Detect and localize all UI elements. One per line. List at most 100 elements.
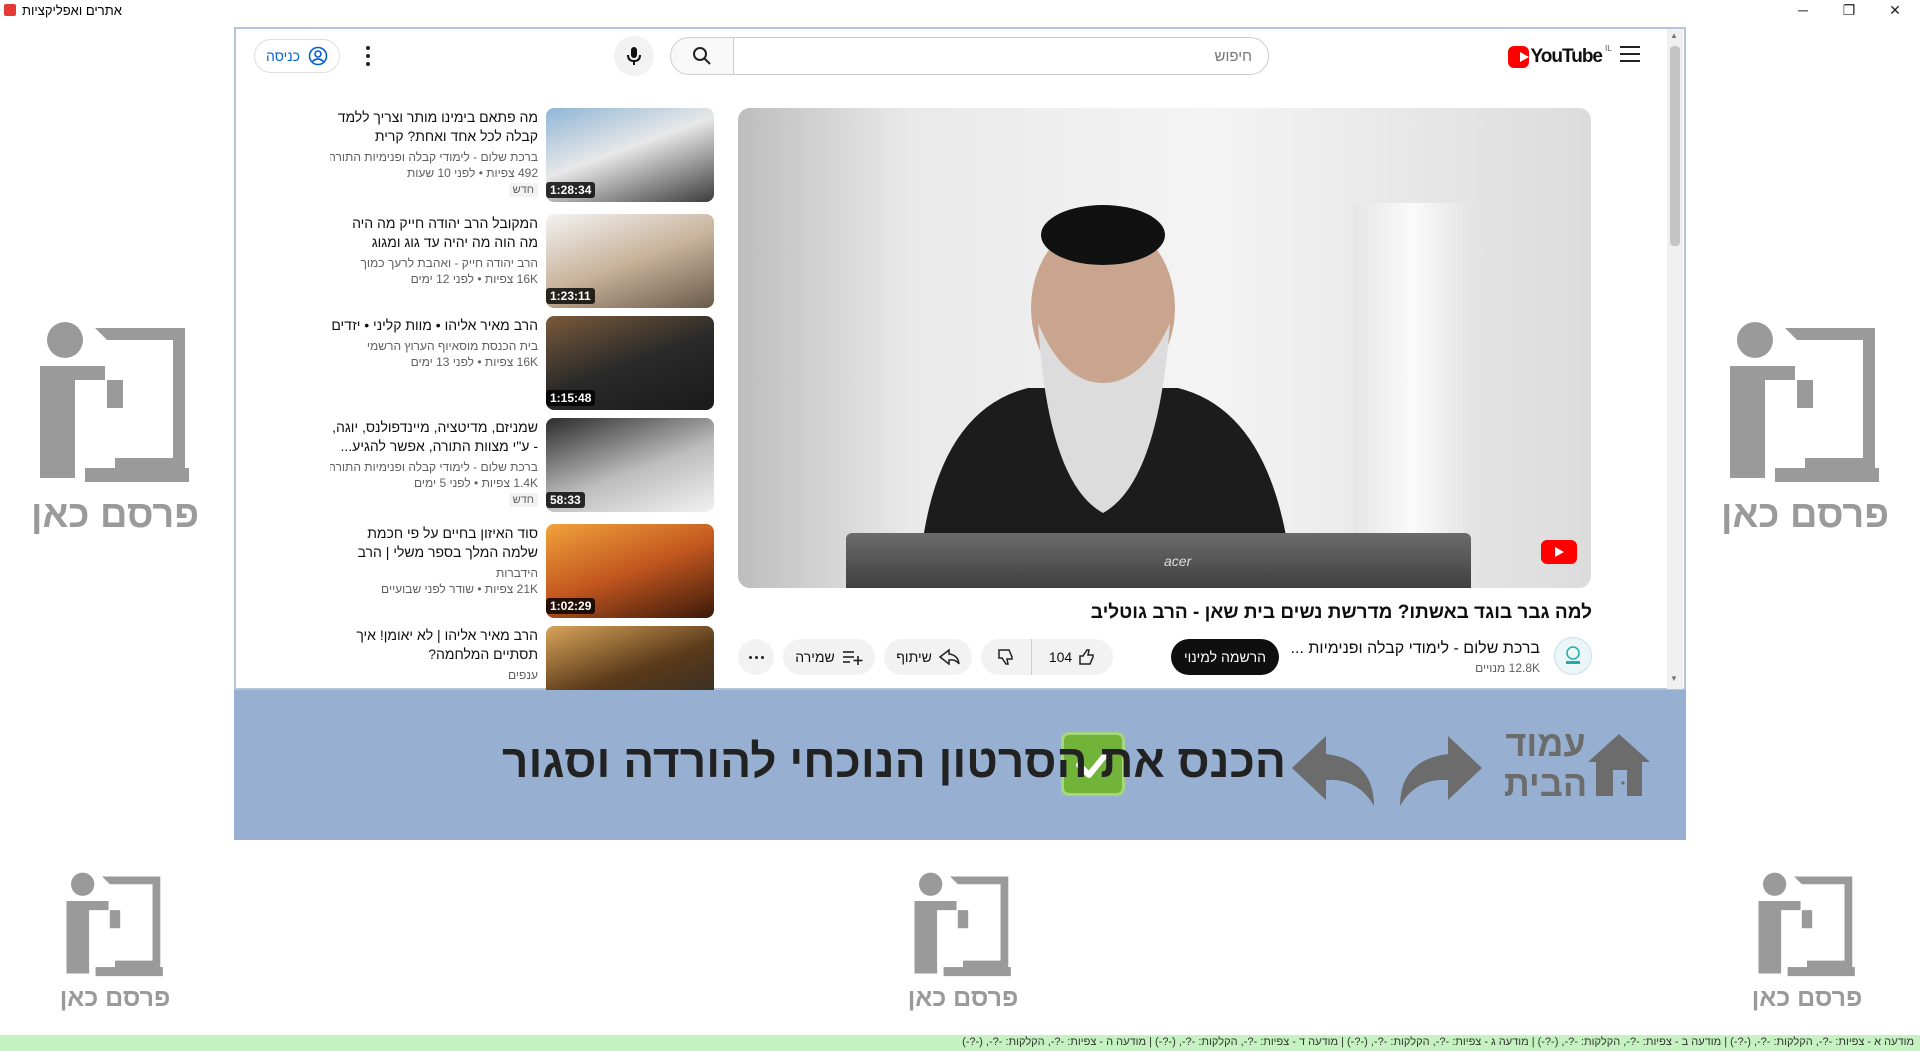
recommendation-channel[interactable]: הרב יהודה חייק - ואהבת לרעך כמוך bbox=[330, 256, 538, 270]
recommendation-views: 16K צפיות bbox=[484, 272, 538, 286]
video-frame-speaker bbox=[918, 205, 1293, 588]
video-duration: 1:28:34 bbox=[546, 182, 596, 198]
ad-label: פרסם כאן bbox=[30, 494, 200, 536]
thumbs-up-icon bbox=[1079, 649, 1094, 665]
recommendation-thumbnail[interactable]: 1:02:29 bbox=[546, 524, 714, 618]
signin-button[interactable]: כניסה bbox=[254, 39, 340, 73]
recommendation-channel[interactable]: בית הכנסת מוסאיוף הערוץ הרשמי bbox=[330, 339, 538, 353]
close-button[interactable]: ✕ bbox=[1872, 0, 1918, 20]
microphone-icon bbox=[627, 47, 641, 65]
page-scrollbar[interactable]: ▲ ▼ bbox=[1667, 29, 1683, 689]
channel-avatar[interactable] bbox=[1554, 637, 1592, 675]
recommendation-title[interactable]: שמניזם, מדיטציה, מיינדפולנס, יוגה, - ע"י… bbox=[330, 418, 538, 456]
ad-slot-left[interactable]: פרסם כאן bbox=[30, 318, 200, 537]
recommendation-item[interactable]: הרב מאיר אליהו | לא יאומן! איך תסתיים המ… bbox=[330, 626, 714, 690]
home-icon[interactable] bbox=[1584, 730, 1654, 800]
recommendation-views: 16K צפיות bbox=[484, 355, 538, 369]
recommendation-thumbnail[interactable]: 58:33 bbox=[546, 418, 714, 512]
video-player[interactable]: acer bbox=[738, 108, 1591, 588]
recommendation-age: שודר לפני שבועיים bbox=[381, 582, 475, 596]
new-badge: חדש bbox=[508, 183, 538, 197]
ad-placeholder-icon bbox=[914, 872, 1011, 977]
recommendation-title[interactable]: הרב מאיר אליהו | לא יאומן! איך תסתיים המ… bbox=[330, 626, 538, 664]
recommendation-title[interactable]: סוד האיזון בחיים על פי חכמת שלמה המלך בס… bbox=[330, 524, 538, 562]
dislike-button[interactable] bbox=[981, 639, 1032, 675]
recommendation-thumbnail[interactable]: 1:28:34 bbox=[546, 108, 714, 202]
youtube-logo-text: YouTube bbox=[1530, 46, 1603, 67]
subscribe-button[interactable]: הרשמה למינוי bbox=[1171, 639, 1279, 675]
recommendation-channel[interactable]: ענפים bbox=[330, 668, 538, 682]
playlist-add-icon bbox=[842, 651, 863, 665]
minimize-button[interactable]: ─ bbox=[1780, 0, 1826, 20]
share-button[interactable]: שיתוף bbox=[884, 639, 972, 675]
scroll-down-arrow-icon[interactable]: ▼ bbox=[1670, 674, 1678, 683]
maximize-button[interactable]: ❐ bbox=[1826, 0, 1872, 20]
home-label[interactable]: עמוד הבית bbox=[1498, 724, 1593, 804]
search-button[interactable] bbox=[670, 37, 734, 75]
recommendation-channel[interactable]: ברכת שלום - לימודי קבלה ופנימיות התורה..… bbox=[330, 150, 538, 164]
channel-name[interactable]: ברכת שלום - לימודי קבלה ופנימיות ... bbox=[1240, 640, 1540, 658]
youtube-play-icon bbox=[1508, 46, 1529, 68]
app-control-bar: עמוד הבית הכנס את הסרטון הנוכחי להורדה ו… bbox=[234, 690, 1686, 840]
subscriber-count: 12.8K מנויים bbox=[1475, 661, 1540, 675]
recommendation-thumbnail[interactable]: 1:23:11 bbox=[546, 214, 714, 308]
download-instruction[interactable]: הכנס את הסרטון הנוכחי להורדה וסגור bbox=[502, 734, 1286, 788]
player-background-pillar bbox=[1353, 203, 1473, 563]
recommendation-thumbnail[interactable] bbox=[546, 626, 714, 690]
country-code: IL bbox=[1605, 44, 1612, 53]
video-title: למה גבר בוגד באשתו? מדרשת נשים בית שאן -… bbox=[1090, 602, 1592, 623]
share-arrow-icon bbox=[938, 648, 960, 666]
recommendation-thumbnail[interactable]: 1:15:48 bbox=[546, 316, 714, 410]
window-title: אתרים ואפליקציות bbox=[22, 3, 122, 18]
like-button[interactable]: 104 bbox=[1032, 639, 1113, 675]
recommendation-age: לפני 13 ימים bbox=[410, 355, 475, 369]
recommendation-channel[interactable]: הידברות bbox=[330, 566, 538, 580]
status-bar: מודעה א - צפיות: -?-, הקלקות: -?-, (-?-)… bbox=[0, 1035, 1920, 1051]
search-input[interactable] bbox=[734, 38, 1268, 74]
recommendation-title[interactable]: המקובל הרב יהודה חייק מה היה מה הוה מה י… bbox=[330, 214, 538, 252]
window-titlebar: אתרים ואפליקציות ─ ❐ ✕ bbox=[0, 0, 1920, 20]
share-label: שיתוף bbox=[896, 649, 932, 665]
forward-arrow-icon[interactable] bbox=[1386, 730, 1486, 810]
recommendation-age: לפני 12 ימים bbox=[410, 272, 475, 286]
recommendation-info: שמניזם, מדיטציה, מיינדפולנס, יוגה, - ע"י… bbox=[330, 418, 538, 508]
save-button[interactable]: שמירה bbox=[783, 639, 875, 675]
recommendation-item[interactable]: שמניזם, מדיטציה, מיינדפולנס, יוגה, - ע"י… bbox=[330, 418, 714, 514]
recommendation-item[interactable]: מה פתאם בימינו מותר וצריך ללמד קבלה לכל … bbox=[330, 108, 714, 204]
ad-slot-bottom-center[interactable]: פרסם כאן bbox=[903, 870, 1023, 1013]
voice-search-button[interactable] bbox=[614, 36, 654, 76]
scroll-up-arrow-icon[interactable]: ▲ bbox=[1670, 31, 1678, 40]
ad-slot-right[interactable]: פרסם כאן bbox=[1720, 318, 1890, 537]
ad-slot-bottom-right[interactable]: פרסם כאן bbox=[1747, 870, 1867, 1013]
recommendation-item[interactable]: הרב מאיר אליהו • מוות קליני • יזדים בית … bbox=[330, 316, 714, 412]
youtube-watermark-icon[interactable] bbox=[1541, 540, 1577, 564]
recommendation-info: המקובל הרב יהודה חייק מה היה מה הוה מה י… bbox=[330, 214, 538, 286]
recommendation-title[interactable]: מה פתאם בימינו מותר וצריך ללמד קבלה לכל … bbox=[330, 108, 538, 146]
ad-slot-bottom-left[interactable]: פרסם כאן bbox=[55, 870, 175, 1013]
recommendation-meta: 492 צפיות • לפני 10 שעות bbox=[406, 166, 538, 180]
signin-label: כניסה bbox=[265, 48, 301, 64]
recommendation-info: סוד האיזון בחיים על פי חכמת שלמה המלך בס… bbox=[330, 524, 538, 596]
ad-placeholder-icon bbox=[40, 322, 189, 482]
back-arrow-icon[interactable] bbox=[1288, 730, 1388, 810]
ad-placeholder-icon bbox=[1730, 322, 1879, 482]
recommendation-title[interactable]: הרב מאיר אליהו • מוות קליני • יזדים bbox=[330, 316, 538, 335]
scrollbar-thumb[interactable] bbox=[1670, 46, 1680, 246]
recommendation-views: 492 צפיות bbox=[486, 166, 538, 180]
video-duration: 1:02:29 bbox=[546, 598, 596, 614]
recommendation-meta: 21K צפיות • שודר לפני שבועיים bbox=[381, 582, 538, 596]
hamburger-menu-icon[interactable] bbox=[1620, 46, 1640, 62]
search-box[interactable] bbox=[733, 37, 1269, 75]
youtube-logo[interactable]: YouTube IL bbox=[1508, 44, 1612, 70]
ad-label: פרסם כאן bbox=[1720, 494, 1890, 536]
channel-logo-icon bbox=[1566, 646, 1580, 664]
recommendation-item[interactable]: סוד האיזון בחיים על פי חכמת שלמה המלך בס… bbox=[330, 524, 714, 620]
more-options-icon[interactable] bbox=[360, 46, 376, 66]
more-actions-button[interactable] bbox=[738, 639, 774, 675]
recommendation-item[interactable]: המקובל הרב יהודה חייק מה היה מה הוה מה י… bbox=[330, 214, 714, 310]
new-badge: חדש bbox=[508, 493, 538, 507]
recommendation-age: לפני 5 ימים bbox=[413, 476, 471, 490]
like-count: 104 bbox=[1048, 649, 1073, 665]
recommendation-channel[interactable]: ברכת שלום - לימודי קבלה ופנימיות התורה..… bbox=[330, 460, 538, 474]
save-label: שמירה bbox=[795, 649, 835, 665]
